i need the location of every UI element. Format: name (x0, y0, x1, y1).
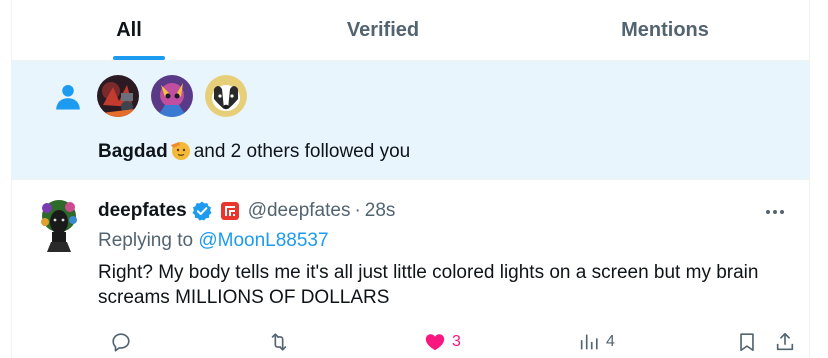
reply-button[interactable] (110, 328, 138, 356)
replying-to-prefix: Replying to (98, 230, 194, 251)
reply-tweet[interactable]: deepfates @deepfates · 28s Replying to @… (12, 180, 809, 358)
replying-to-mention[interactable]: @MoonL88537 (198, 230, 328, 251)
tab-all[interactable]: All (66, 0, 192, 60)
follower-avatar-2-image (151, 75, 193, 117)
follower-avatar-1-image (97, 75, 139, 117)
retweet-icon (271, 333, 287, 351)
reply-icon (112, 333, 130, 352)
timestamp[interactable]: 28s (365, 200, 396, 222)
bookmark-icon (740, 333, 754, 352)
deepfates-avatar[interactable] (37, 198, 81, 252)
badger-avatar[interactable] (205, 75, 247, 117)
tab-mentions[interactable]: Mentions (594, 0, 736, 60)
share-button[interactable] (774, 328, 796, 356)
notification-rest-text: and 2 others followed you (193, 141, 411, 162)
retweet-button[interactable] (268, 328, 296, 356)
views-count: 4 (606, 333, 615, 350)
tweet-actions: 3 4 (98, 328, 798, 356)
notifications-panel: All Verified Mentions Bagdad and 2 other… (11, 0, 810, 358)
tweet-text: Right? My body tells me it's all just li… (98, 262, 759, 308)
verified-badge-icon[interactable] (191, 200, 213, 222)
more-options-icon[interactable] (762, 202, 788, 222)
deepfates-avatar-image (41, 200, 77, 252)
bookmark-button[interactable] (736, 328, 758, 356)
tab-verified-label: Verified (346, 18, 420, 41)
display-name[interactable]: deepfates (98, 200, 187, 222)
replying-to-line: Replying to @MoonL88537 (98, 230, 329, 252)
tab-verified[interactable]: Verified (312, 0, 454, 60)
saluting-face-icon (170, 142, 190, 160)
like-count: 3 (452, 333, 461, 350)
handle[interactable]: @deepfates (248, 200, 351, 222)
views-chart-icon (580, 334, 598, 350)
notification-text: Bagdad and 2 others followed you (98, 139, 410, 163)
views-button[interactable]: 4 (578, 328, 615, 356)
tweet-header: deepfates @deepfates · 28s (98, 198, 395, 224)
follower-name[interactable]: Bagdad (98, 141, 168, 162)
active-tab-indicator (113, 56, 165, 60)
tab-all-label: All (116, 18, 142, 41)
follower-avatar-1[interactable] (97, 75, 139, 117)
notifications-tabs: All Verified Mentions (12, 0, 809, 61)
person-icon (56, 85, 80, 110)
follower-avatar-2[interactable] (151, 75, 193, 117)
tab-mentions-label: Mentions (621, 18, 709, 41)
heart-icon (425, 334, 445, 351)
follow-notification[interactable]: Bagdad and 2 others followed you (12, 61, 809, 180)
separator-dot: · (354, 200, 361, 221)
affiliate-badge-icon[interactable] (220, 202, 239, 220)
like-button[interactable]: 3 (424, 328, 461, 356)
badger-avatar-image (205, 75, 247, 117)
share-icon (776, 332, 794, 351)
